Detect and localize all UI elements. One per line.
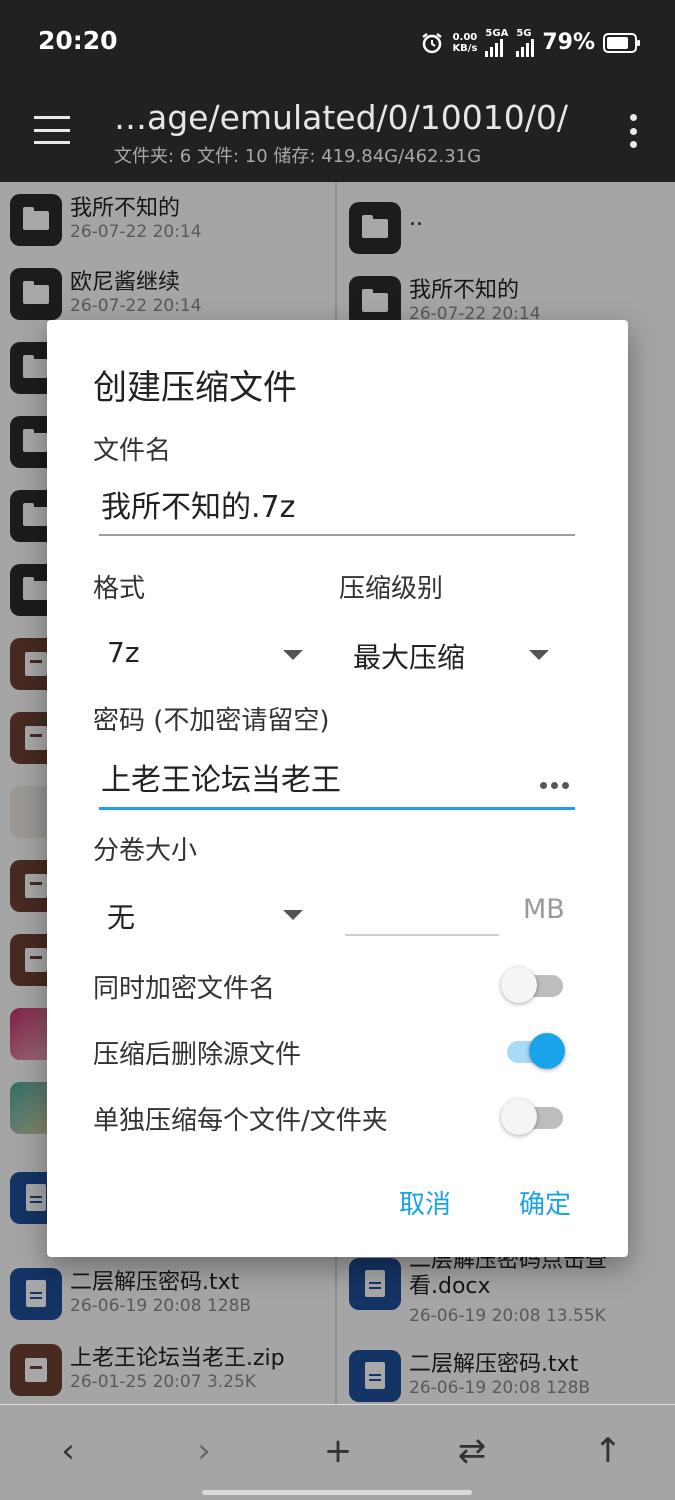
bottom-action-bar: ‹ › + ⇄ ↑ <box>0 1404 675 1500</box>
delete-source-label: 压缩后删除源文件 <box>93 1040 302 1070</box>
chevron-down-icon <box>283 910 303 920</box>
volume-size-input[interactable] <box>345 886 499 936</box>
chevron-down-icon <box>283 650 303 660</box>
compression-level-label: 压缩级别 <box>339 574 444 604</box>
battery-icon <box>603 32 640 53</box>
toolbar: …age/emulated/0/10010/0/ 文件夹: 6 文件: 10 储… <box>0 84 675 182</box>
signal-bars-icon <box>516 39 535 57</box>
dialog-title: 创建压缩文件 <box>93 368 297 408</box>
password-input[interactable]: 上老王论坛当老王 <box>99 758 575 810</box>
signal-5g: 5G <box>516 28 535 57</box>
battery-percent: 79% <box>542 30 595 55</box>
confirm-button[interactable]: 确定 <box>519 1184 571 1221</box>
password-label: 密码 (不加密请留空) <box>93 706 330 736</box>
home-indicator[interactable] <box>202 1490 472 1495</box>
signal-5ga: 5GA <box>485 28 508 57</box>
volume-size-select[interactable]: 无 <box>93 888 303 938</box>
create-archive-dialog: 创建压缩文件 文件名 我所不知的.7z 格式 压缩级别 7z 最大压缩 密码 (… <box>47 320 628 1257</box>
bottom-scrim <box>0 1405 675 1500</box>
alarm-icon <box>422 32 443 53</box>
filename-label: 文件名 <box>93 436 172 466</box>
status-bar: 20:20 0.00 KB/s 5GA 5G 79% <box>0 0 675 84</box>
format-label: 格式 <box>93 574 146 604</box>
separate-compress-label: 单独压缩每个文件/文件夹 <box>93 1106 388 1136</box>
status-time: 20:20 <box>38 26 118 55</box>
folder-summary: 文件夹: 6 文件: 10 储存: 419.84G/462.31G <box>114 146 482 167</box>
password-visibility-icon[interactable] <box>540 782 569 789</box>
volume-size-label: 分卷大小 <box>93 836 198 866</box>
format-select[interactable]: 7z <box>93 628 303 678</box>
volume-unit: MB <box>523 894 565 925</box>
status-indicators: 0.00 KB/s 5GA 5G 79% <box>420 28 640 57</box>
menu-icon[interactable] <box>34 116 70 144</box>
compression-level-select[interactable]: 最大压缩 <box>339 628 549 678</box>
current-path: …age/emulated/0/10010/0/ <box>114 98 568 137</box>
delete-source-toggle[interactable] <box>501 1030 565 1070</box>
encrypt-filenames-label: 同时加密文件名 <box>93 974 276 1004</box>
chevron-down-icon <box>529 650 549 660</box>
encrypt-filenames-toggle[interactable] <box>501 964 563 1004</box>
separate-compress-toggle[interactable] <box>501 1096 563 1136</box>
filename-input[interactable]: 我所不知的.7z <box>99 484 575 536</box>
net-speed: 0.00 KB/s <box>452 31 478 54</box>
signal-bars-icon <box>485 39 504 57</box>
cancel-button[interactable]: 取消 <box>399 1184 451 1221</box>
more-options-icon[interactable] <box>629 114 637 148</box>
